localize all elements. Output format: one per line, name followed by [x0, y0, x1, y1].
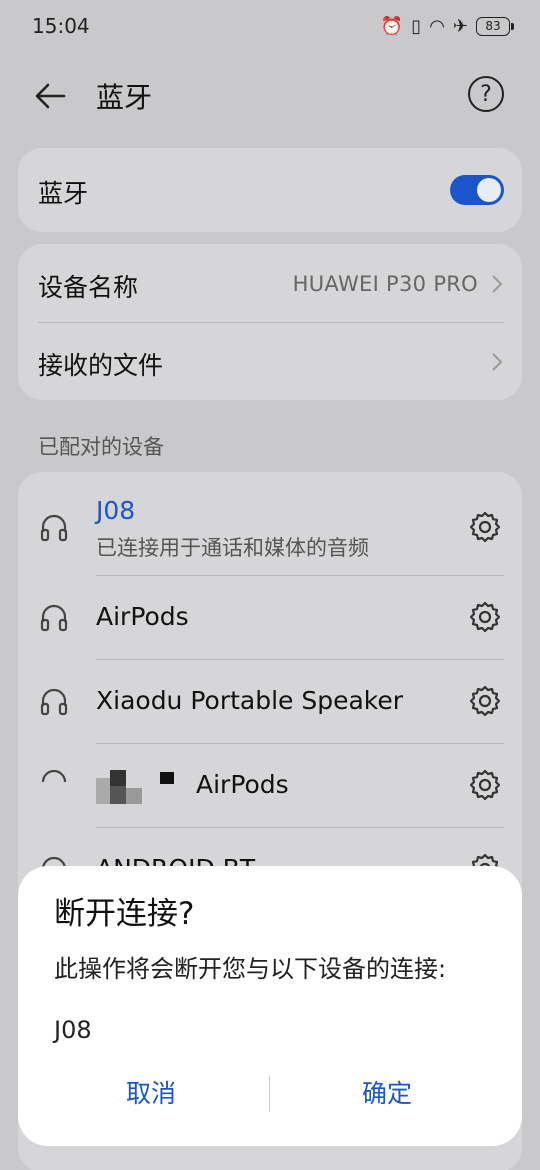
battery-icon: 83	[476, 16, 514, 36]
alarm-icon: ⏰	[380, 15, 404, 37]
redacted-name-blocks	[96, 770, 186, 804]
device-name: J08	[96, 496, 136, 525]
headset-icon	[40, 514, 68, 542]
headset-icon	[40, 688, 68, 716]
wifi-icon: ◠	[429, 15, 445, 37]
disconnect-dialog: 断开连接? 此操作将会断开您与以下设备的连接: J08 取消 确定	[18, 866, 522, 1146]
paired-device-j08[interactable]: J08 已连接用于通话和媒体的音频	[18, 486, 522, 578]
received-files-label: 接收的文件	[38, 351, 164, 380]
device-info-card: 设备名称 HUAWEI P30 PRO 接收的文件	[18, 244, 522, 400]
dialog-message: 此操作将会断开您与以下设备的连接:	[54, 955, 447, 983]
device-name: Xiaodu Portable Speaker	[96, 686, 404, 715]
bluetooth-toggle-card[interactable]: 蓝牙	[18, 148, 522, 232]
paired-devices-section-label: 已配对的设备	[38, 435, 164, 459]
device-status: 已连接用于通话和媒体的音频	[96, 536, 369, 560]
gear-icon[interactable]	[468, 600, 502, 634]
dialog-device-name: J08	[54, 1016, 92, 1044]
vibrate-icon: ▯	[411, 15, 422, 37]
back-arrow-icon[interactable]	[32, 78, 68, 114]
chevron-right-icon	[492, 353, 503, 371]
status-time: 15:04	[32, 14, 90, 38]
status-icons: ⏰ ▯ ◠ ✈ 83	[380, 15, 514, 37]
bluetooth-toggle[interactable]	[450, 175, 504, 205]
device-name-value: HUAWEI P30 PRO	[292, 272, 478, 296]
gear-icon[interactable]	[468, 510, 502, 544]
battery-level: 83	[485, 19, 501, 33]
help-icon[interactable]: ?	[468, 76, 504, 112]
dialog-title: 断开连接?	[54, 896, 195, 932]
toggle-knob	[477, 178, 501, 202]
device-name-row[interactable]: 设备名称 HUAWEI P30 PRO	[18, 244, 522, 322]
cancel-button[interactable]: 取消	[36, 1066, 266, 1118]
headset-icon	[41, 770, 67, 783]
device-name: AirPods	[196, 770, 289, 799]
status-bar: 15:04 ⏰ ▯ ◠ ✈ 83	[0, 0, 540, 52]
received-files-row[interactable]: 接收的文件	[18, 322, 522, 400]
device-name: AirPods	[96, 602, 189, 631]
paired-device-airpods[interactable]: AirPods	[18, 576, 522, 660]
chevron-right-icon	[492, 275, 503, 293]
app-bar: 蓝牙 ?	[0, 60, 540, 130]
gear-icon[interactable]	[468, 684, 502, 718]
airplane-icon: ✈	[452, 15, 468, 37]
dialog-button-separator	[269, 1076, 270, 1112]
paired-device-xiaodu[interactable]: Xiaodu Portable Speaker	[18, 660, 522, 744]
device-name-label: 设备名称	[38, 273, 139, 302]
page-title: 蓝牙	[96, 81, 153, 114]
bluetooth-label: 蓝牙	[38, 179, 89, 208]
paired-device-airpods-2[interactable]: AirPods	[18, 744, 522, 828]
headset-icon	[40, 604, 68, 632]
confirm-button[interactable]: 确定	[272, 1066, 502, 1118]
gear-icon[interactable]	[468, 768, 502, 802]
